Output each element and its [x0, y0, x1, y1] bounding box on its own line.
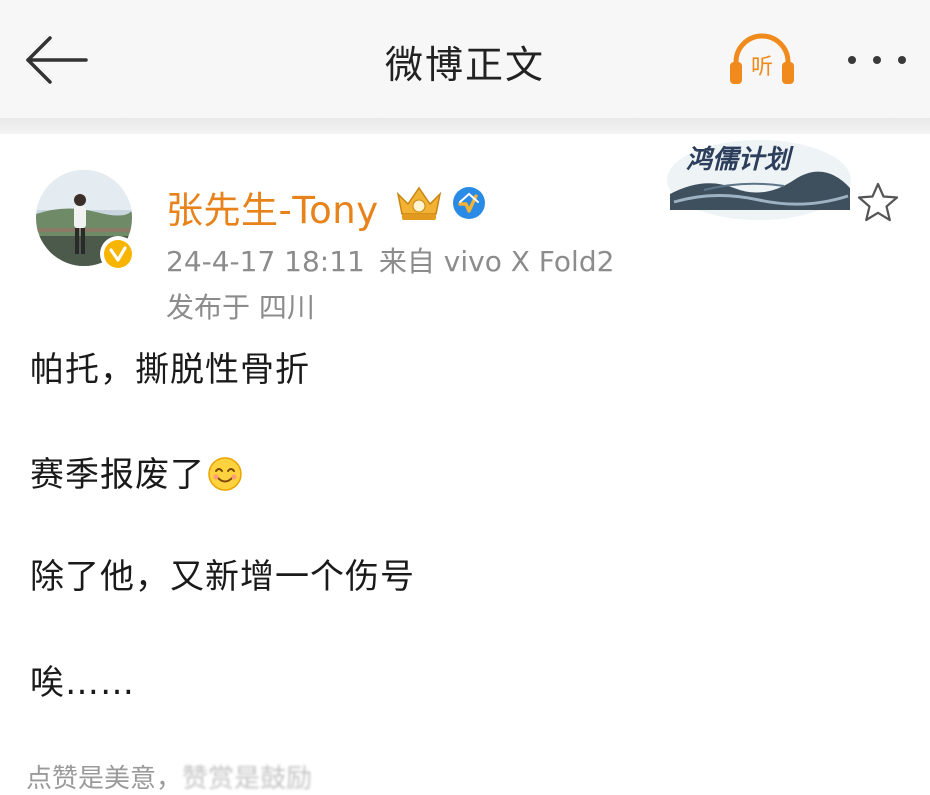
- banner-text: 鸿儒计划: [686, 145, 794, 175]
- more-icon: [848, 56, 856, 64]
- more-button[interactable]: [842, 40, 912, 80]
- crown-icon: [396, 186, 442, 220]
- promo-banner[interactable]: 鸿儒计划: [664, 130, 854, 222]
- post-source: 来自 vivo X Fold2: [378, 245, 615, 278]
- listen-button[interactable]: 听: [726, 30, 798, 90]
- verified-badge-icon: [104, 240, 132, 268]
- post-text-line: 赛季报废了: [30, 447, 243, 496]
- favorite-button[interactable]: [856, 180, 900, 224]
- post-text-line: 除了他，又新增一个伤号: [30, 557, 415, 597]
- reward-note: 点赞是美意，赞赏是鼓励: [26, 758, 312, 795]
- reward-note-visible: 点赞是美意，: [26, 764, 183, 794]
- timestamp: 24-4-17 18:11: [166, 245, 365, 278]
- headphones-icon: 听: [730, 33, 794, 84]
- more-icon: [898, 56, 906, 64]
- more-icon: [873, 56, 881, 64]
- post-meta: 24-4-17 18:11 来自 vivo X Fold2: [166, 240, 614, 280]
- top-bar: 微博正文 听: [0, 0, 930, 118]
- star-icon: [857, 182, 899, 222]
- reward-note-blurred: 赞赏是鼓励: [182, 764, 313, 794]
- username[interactable]: 张先生-Tony: [166, 180, 379, 234]
- listen-label: 听: [751, 55, 773, 80]
- post-text-line: 唉……: [30, 663, 135, 703]
- verified-badge: [100, 236, 136, 272]
- post-location: 发布于 四川: [166, 291, 315, 324]
- smile-emoji-icon: [208, 457, 242, 491]
- blue-v-icon: [453, 187, 485, 219]
- post-text-line: 帕托，撕脱性骨折: [30, 350, 310, 390]
- post-text-segment: 赛季报废了: [30, 455, 205, 495]
